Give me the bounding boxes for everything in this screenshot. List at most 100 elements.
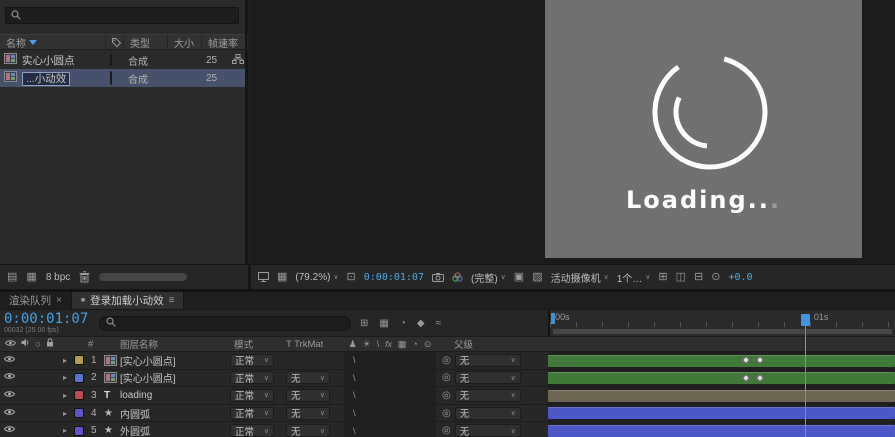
solo-icon[interactable]: ○: [35, 339, 41, 350]
trkmat-dropdown[interactable]: 无∨: [286, 371, 330, 384]
3d-layer-icon[interactable]: ⊙: [424, 339, 432, 350]
layer-switches[interactable]: \: [344, 370, 436, 387]
timeline-search-field[interactable]: [99, 316, 351, 331]
timeline-search-input[interactable]: [120, 317, 344, 330]
column-rate[interactable]: 帧速率: [202, 35, 248, 50]
lock-icon[interactable]: [46, 338, 54, 350]
collapse-transformations-icon[interactable]: ☀: [363, 339, 371, 350]
pickwhip-icon[interactable]: ◎: [442, 355, 451, 366]
label-color-swatch[interactable]: [74, 390, 84, 400]
label-color-swatch[interactable]: [74, 373, 84, 383]
project-item-name[interactable]: ...小动效: [22, 71, 110, 86]
horizontal-scrollbar[interactable]: [99, 273, 187, 281]
tab-composition[interactable]: ■ 登录加载小动效 ≡: [72, 292, 185, 309]
quality-switch-icon[interactable]: \: [353, 408, 356, 418]
timeline-layer-row[interactable]: ▸1[实心小圆点]正常∨\◎无∨: [0, 352, 895, 370]
timeline-layer-row[interactable]: ▸2[实心小圆点]正常∨无∨\◎无∨: [0, 370, 895, 388]
trkmat-dropdown[interactable]: 无∨: [286, 407, 330, 420]
column-layer-name[interactable]: 图层名称: [120, 337, 230, 351]
region-of-interest-icon[interactable]: ⊡: [347, 272, 356, 283]
parent-dropdown[interactable]: 无∨: [455, 354, 521, 367]
project-search-field[interactable]: [5, 7, 239, 24]
quality-switch-icon[interactable]: \: [353, 373, 356, 383]
layer-track[interactable]: [548, 352, 895, 369]
layer-duration-bar[interactable]: [548, 425, 895, 437]
visibility-eye-icon[interactable]: [4, 355, 15, 366]
monitor-icon[interactable]: [258, 272, 269, 282]
view-count-dropdown[interactable]: 1个…∨: [617, 270, 651, 285]
layer-switches[interactable]: \: [344, 387, 436, 404]
layer-switches[interactable]: \: [344, 352, 436, 369]
pickwhip-icon[interactable]: ◎: [442, 372, 451, 383]
project-search-input[interactable]: [25, 9, 233, 22]
grid-guides-icon[interactable]: ▦: [277, 272, 287, 283]
column-size[interactable]: 大小: [168, 35, 202, 50]
camera-dropdown[interactable]: 活动摄像机∨: [551, 270, 609, 285]
trkmat-dropdown[interactable]: 无∨: [286, 424, 330, 437]
layer-switches[interactable]: \: [344, 405, 436, 422]
blend-mode-dropdown[interactable]: 正常∨: [230, 389, 274, 402]
column-label[interactable]: [106, 35, 124, 50]
layer-track[interactable]: [548, 422, 895, 437]
parent-dropdown[interactable]: 无∨: [455, 424, 521, 437]
transparency-grid-icon[interactable]: ▨: [532, 272, 542, 283]
layer-duration-bar[interactable]: [548, 372, 895, 384]
new-folder-icon[interactable]: ▦: [26, 272, 36, 283]
show-channels-icon[interactable]: [452, 272, 463, 282]
fast-previews-icon[interactable]: ▣: [514, 272, 524, 283]
layer-name[interactable]: 外圆弧: [120, 422, 230, 437]
audio-speaker-icon[interactable]: [21, 338, 30, 350]
composition-canvas[interactable]: Loading...: [545, 0, 862, 258]
label-chip-cell[interactable]: [110, 54, 128, 66]
expand-arrow[interactable]: ▸: [56, 352, 74, 369]
timeline-layer-row[interactable]: ▸3Tloading正常∨无∨\◎无∨: [0, 387, 895, 405]
quality-switch-icon[interactable]: \: [353, 390, 356, 400]
layer-name[interactable]: loading: [120, 387, 230, 404]
exposure-value[interactable]: +0.0: [728, 272, 752, 283]
frame-blend-icon[interactable]: ▦: [398, 339, 407, 350]
quality-icon[interactable]: \: [377, 339, 380, 349]
visibility-eye-icon[interactable]: [4, 425, 15, 436]
pixel-aspect-icon[interactable]: ⊞: [658, 272, 667, 283]
column-mode[interactable]: 模式: [230, 337, 286, 351]
label-chip-cell[interactable]: [110, 72, 128, 84]
blend-mode-dropdown[interactable]: 正常∨: [230, 424, 274, 437]
expand-arrow[interactable]: ▸: [56, 370, 74, 387]
parent-dropdown[interactable]: 无∨: [455, 389, 521, 402]
column-name[interactable]: 名称: [0, 35, 106, 50]
blend-mode-dropdown[interactable]: 正常∨: [230, 354, 274, 367]
motion-blur-icon[interactable]: ◔: [412, 339, 417, 349]
fx-icon[interactable]: fx: [385, 339, 392, 349]
graph-editor-icon[interactable]: ≈: [436, 318, 442, 329]
current-timecode[interactable]: 0:00:01:07 00032 (25.00 fps): [4, 312, 90, 334]
parent-dropdown[interactable]: 无∨: [455, 371, 521, 384]
blend-mode-dropdown[interactable]: 正常∨: [230, 371, 274, 384]
panel-menu-icon[interactable]: ≡: [169, 295, 175, 306]
project-row[interactable]: ...小动效合成25: [0, 69, 245, 87]
timeline-ruler[interactable]: 00s01s: [548, 310, 895, 336]
timeline-layer-row[interactable]: ▸5★外圆弧正常∨无∨\◎无∨: [0, 422, 895, 437]
expand-arrow[interactable]: ▸: [56, 387, 74, 404]
pickwhip-icon[interactable]: ◎: [442, 390, 451, 401]
blend-mode-dropdown[interactable]: 正常∨: [230, 407, 274, 420]
project-row[interactable]: 实心小圆点合成25: [0, 51, 245, 69]
expand-arrow[interactable]: ▸: [56, 405, 74, 422]
pickwhip-icon[interactable]: ◎: [442, 425, 451, 436]
bit-depth-button[interactable]: 8 bpc: [46, 272, 70, 283]
interpret-footage-icon[interactable]: ▤: [7, 272, 17, 283]
quality-switch-icon[interactable]: \: [353, 355, 356, 365]
hide-shy-layers-icon[interactable]: ◔: [400, 318, 406, 329]
video-eye-icon[interactable]: [5, 339, 16, 350]
layer-track[interactable]: [548, 370, 895, 387]
layer-name[interactable]: [实心小圆点]: [120, 370, 230, 387]
resolution-dropdown[interactable]: (完整)∨: [471, 270, 506, 285]
column-type[interactable]: 类型: [124, 35, 168, 50]
layer-switches[interactable]: \: [344, 422, 436, 437]
close-icon[interactable]: ×: [56, 295, 62, 306]
visibility-eye-icon[interactable]: [4, 390, 15, 401]
visibility-eye-icon[interactable]: [4, 408, 15, 419]
quality-switch-icon[interactable]: \: [353, 426, 356, 436]
composition-mini-flowchart-icon[interactable]: ⊞: [360, 318, 368, 329]
label-color-chip[interactable]: [110, 71, 112, 85]
mini-flowchart-icon[interactable]: ⊟: [694, 272, 703, 283]
